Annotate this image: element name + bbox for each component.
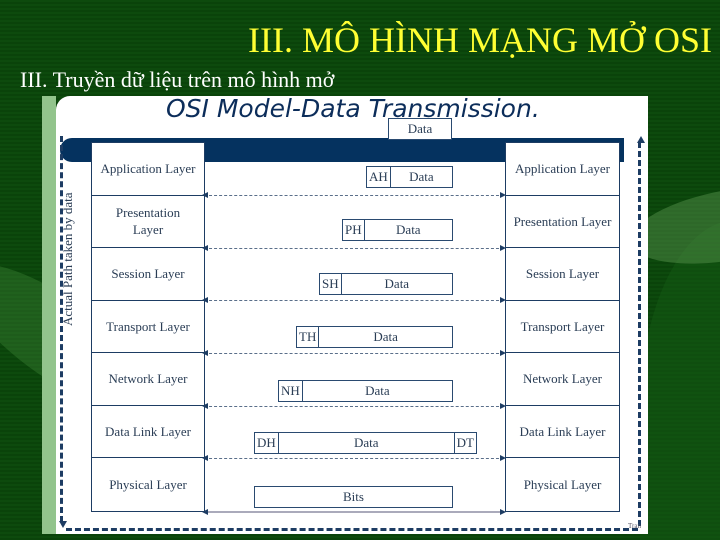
pdu-trailer: DT	[453, 433, 476, 453]
sender-layer: Data Link Layer	[92, 406, 204, 458]
pdu-application: AH Data	[366, 166, 453, 188]
pdu-physical: Bits	[254, 486, 453, 508]
pdu-data: Data	[407, 121, 433, 136]
pdu-presentation: PH Data	[342, 219, 453, 241]
sender-stack: Application Layer Presentation Layer Ses…	[91, 142, 205, 512]
flow-arrow	[202, 455, 506, 461]
slide-title: III. MÔ HÌNH MẠNG MỞ OSI	[248, 20, 712, 60]
receiver-stack: Application Layer Presentation Layer Ses…	[505, 142, 620, 512]
flow-arrow	[202, 350, 506, 356]
flow-arrow	[202, 245, 506, 251]
top-data-box: Data	[388, 118, 452, 140]
pdu-header: DH	[255, 433, 279, 453]
transmission-label: Tran	[628, 522, 641, 530]
transmission-line	[66, 528, 638, 531]
flow-arrow	[202, 192, 506, 198]
sender-layer: Application Layer	[92, 143, 204, 196]
pdu-header: SH	[320, 274, 342, 294]
return-path-line	[638, 142, 641, 526]
pdu-data: Data	[409, 169, 434, 184]
arrow-up-icon	[637, 136, 645, 143]
sender-layer: Physical Layer	[109, 476, 187, 492]
pdu-data: Data	[396, 222, 421, 237]
receiver-layer: Data Link Layer	[506, 406, 619, 458]
arrow-down-icon	[59, 521, 67, 528]
sender-layer: Presentation Layer	[92, 196, 204, 248]
pdu-transport: TH Data	[296, 326, 453, 348]
pdu-data: Data	[353, 435, 379, 450]
sender-layer: Session Layer	[92, 248, 204, 301]
pdu-data: Bits	[343, 489, 364, 504]
flow-arrow	[202, 297, 506, 303]
receiver-layer: Physical Layer	[523, 476, 602, 492]
osi-diagram: OSI Model-Data Transmission. Data Actual…	[56, 96, 648, 534]
sender-layer: Transport Layer	[92, 301, 204, 353]
flow-arrow	[202, 509, 506, 515]
pdu-header: NH	[279, 381, 303, 401]
pdu-header: TH	[297, 327, 320, 347]
pdu-data: Data	[365, 383, 390, 398]
pdu-session: SH Data	[319, 273, 453, 295]
pdu-header: AH	[367, 167, 391, 187]
pdu-network: NH Data	[278, 380, 453, 402]
pdu-data: Data	[384, 276, 410, 291]
receiver-layer: Application Layer	[506, 143, 619, 196]
flow-arrow	[202, 403, 506, 409]
receiver-layer: Presentation Layer	[506, 196, 619, 248]
slide-subtitle: III. Truyền dữ liệu trên mô hình mở	[20, 67, 335, 92]
background-swoosh	[640, 220, 720, 540]
pdu-data: Data	[373, 329, 398, 344]
actual-path-label: Actual Path taken by data	[60, 192, 75, 326]
receiver-layer: Network Layer	[506, 353, 619, 406]
diagram-title: OSI Model-Data Transmission.	[166, 96, 540, 123]
receiver-layer: Transport Layer	[506, 301, 619, 353]
panel-accent-strip	[42, 96, 56, 534]
pdu-header: PH	[343, 220, 365, 240]
receiver-layer: Session Layer	[506, 248, 619, 301]
pdu-datalink: DH Data DT	[254, 432, 477, 454]
sender-layer: Network Layer	[92, 353, 204, 406]
